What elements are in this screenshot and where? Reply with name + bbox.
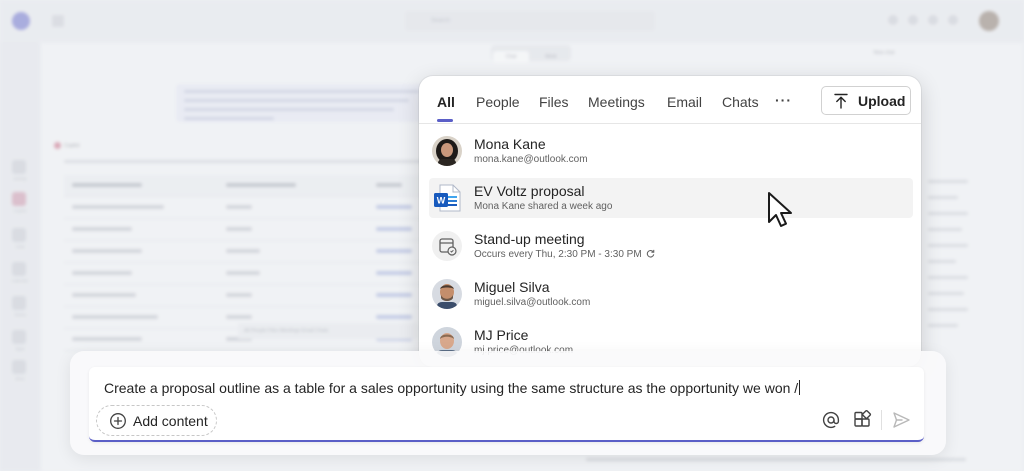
result-person-mona-kane[interactable]: Mona Kane mona.kane@outlook.com [429, 131, 913, 171]
upload-button[interactable]: Upload [821, 86, 911, 115]
tab-files[interactable]: Files [539, 94, 569, 110]
result-title: Mona Kane [474, 136, 546, 152]
add-content-button[interactable]: Add content [96, 405, 217, 436]
result-title: Stand-up meeting [474, 231, 585, 247]
at-sign-icon [822, 411, 840, 429]
recurring-icon [646, 249, 654, 258]
apps-button[interactable] [851, 409, 873, 431]
composer-input[interactable]: Create a proposal outline as a table for… [104, 380, 801, 396]
upload-icon [834, 93, 848, 109]
tab-meetings[interactable]: Meetings [588, 94, 645, 110]
text-caret [799, 380, 801, 395]
add-circle-icon [110, 413, 126, 429]
result-title: Miguel Silva [474, 279, 550, 295]
tab-all[interactable]: All [437, 94, 455, 110]
mouse-pointer-icon [768, 192, 792, 227]
avatar [432, 279, 462, 309]
active-tab-indicator [437, 119, 453, 122]
toolbar-divider [881, 410, 882, 430]
apps-grid-icon [854, 409, 872, 427]
result-title: MJ Price [474, 327, 529, 343]
upload-label: Upload [858, 93, 906, 109]
avatar [432, 136, 462, 166]
context-picker-popup: All People Files Meetings Email Chats ··… [419, 76, 921, 367]
result-meeting-stand-up[interactable]: Stand-up meeting Occurs every Thu, 2:30 … [429, 226, 913, 266]
result-person-miguel-silva[interactable]: Miguel Silva miguel.silva@outlook.com [429, 274, 913, 314]
result-subtitle: Mona Kane shared a week ago [474, 201, 613, 212]
result-subtitle: mona.kane@outlook.com [474, 154, 588, 165]
picker-tabs: All People Files Meetings Email Chats ··… [419, 76, 921, 124]
svg-text:W: W [437, 196, 446, 206]
calendar-icon [432, 231, 462, 261]
send-button[interactable] [890, 409, 912, 431]
result-subtitle: Occurs every Thu, 2:30 PM - 3:30 PM [474, 249, 642, 260]
result-file-ev-voltz-proposal[interactable]: W EV Voltz proposal Mona Kane shared a w… [429, 178, 913, 218]
tab-chats[interactable]: Chats [722, 94, 759, 110]
add-content-label: Add content [133, 413, 208, 429]
mention-button[interactable] [820, 409, 842, 431]
composer-text: Create a proposal outline as a table for… [104, 380, 799, 396]
word-document-icon: W [432, 183, 462, 213]
tab-people[interactable]: People [476, 94, 520, 110]
result-subtitle-row: Occurs every Thu, 2:30 PM - 3:30 PM [474, 249, 655, 260]
more-tabs-button[interactable]: ··· [775, 92, 792, 108]
result-title: EV Voltz proposal [474, 183, 585, 199]
send-icon [893, 412, 910, 428]
tab-email[interactable]: Email [667, 94, 702, 110]
result-subtitle: miguel.silva@outlook.com [474, 297, 591, 308]
message-composer[interactable]: Create a proposal outline as a table for… [89, 367, 924, 442]
